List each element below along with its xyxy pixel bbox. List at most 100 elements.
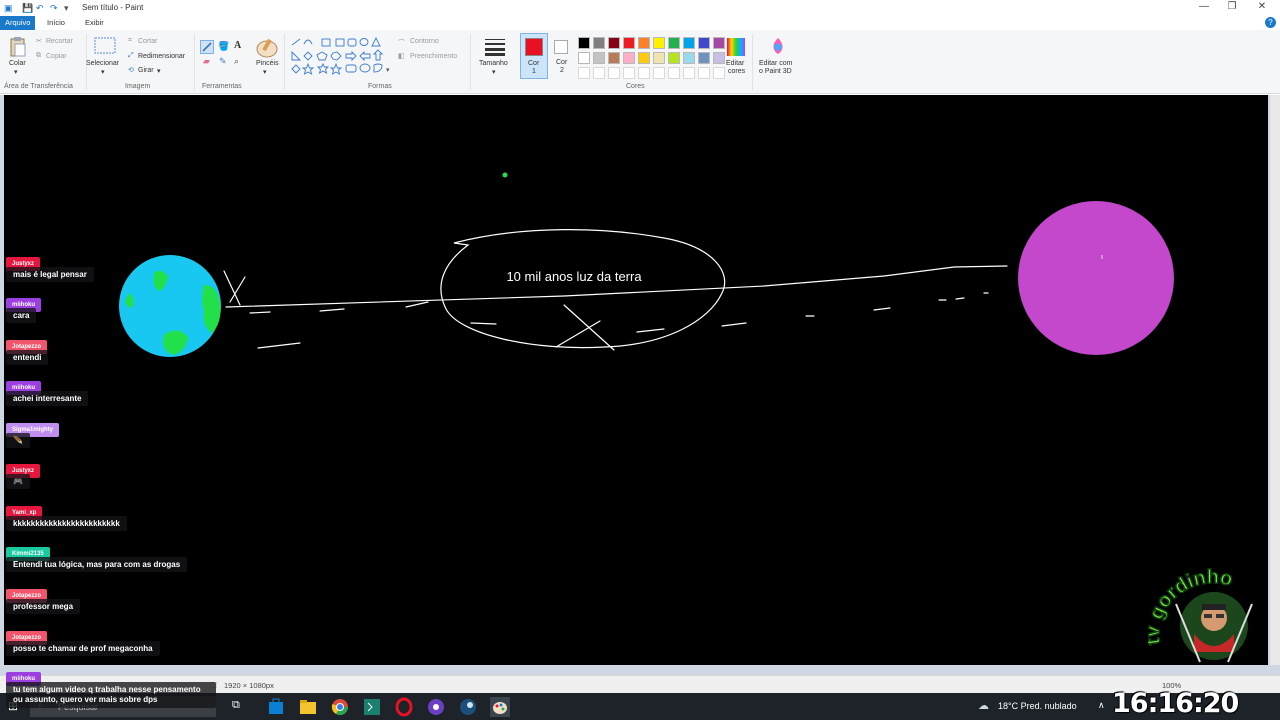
palette-swatch[interactable] [608,52,620,64]
color2-selector[interactable]: Cor 2 [550,33,574,79]
fill-shape-button[interactable]: Preenchimento [410,53,457,60]
paint3d-label-1[interactable]: Editar com [759,60,792,67]
eraser-icon[interactable]: ▰ [203,56,210,67]
paint-taskbar-icon[interactable] [490,697,510,717]
palette-empty-swatch[interactable] [593,67,605,79]
crop-icon[interactable]: ⌗ [128,37,132,45]
save-icon[interactable]: 💾 [22,3,33,14]
palette-swatch[interactable] [623,37,635,49]
opera-icon[interactable] [394,697,414,717]
chat-message-text: kkkkkkkkkkkkkkkkkkkkkkkk [6,516,127,531]
paint3d-icon[interactable] [768,36,788,58]
palette-empty-swatch[interactable] [578,67,590,79]
resize-button[interactable]: Redimensionar [138,53,185,60]
palette-swatch[interactable] [608,37,620,49]
palette-swatch[interactable] [623,52,635,64]
color1-selector[interactable]: Cor 1 [520,33,548,79]
edit-colors-label-2[interactable]: cores [728,68,745,75]
paint3d-label-2[interactable]: o Paint 3D [759,68,792,75]
palette-empty-swatch[interactable] [683,67,695,79]
palette-swatch[interactable] [578,37,590,49]
size-button[interactable]: Tamanho [479,60,508,67]
fill-icon[interactable]: 🪣 [218,41,229,52]
text-icon[interactable]: A [234,40,241,51]
select-dropdown-icon[interactable]: ▾ [101,68,105,76]
palette-swatch[interactable] [638,37,650,49]
undo-icon[interactable]: ↶ [36,3,44,14]
edit-colors-icon[interactable] [726,37,746,57]
rotate-icon[interactable]: ⟲ [128,66,134,74]
obs-icon[interactable] [426,697,446,717]
outline-icon[interactable]: ⌒ [398,38,405,48]
magnifier-icon[interactable]: ⌕ [234,56,239,67]
store-icon[interactable] [266,697,286,717]
paste-dropdown-icon[interactable]: ▾ [14,68,18,76]
shapes-scroll-icon[interactable]: ▾ [386,66,390,74]
palette-swatch[interactable] [698,52,710,64]
chrome-icon[interactable] [330,697,350,717]
palette-empty-swatch[interactable] [623,67,635,79]
palette-swatch[interactable] [638,52,650,64]
palette-empty-swatch[interactable] [638,67,650,79]
weather-text[interactable]: 18°C Pred. nublado [998,701,1077,711]
color-palette [578,37,728,81]
help-icon[interactable]: ? [1265,17,1276,28]
tab-arquivo[interactable]: Arquivo [0,16,36,30]
edit-colors-label-1[interactable]: Editar [726,60,744,67]
terminal-app-icon[interactable] [362,697,382,717]
palette-swatch[interactable] [593,37,605,49]
resize-icon[interactable]: ⤢ [128,52,134,60]
copy-icon[interactable]: ⧉ [36,52,41,60]
tab-inicio[interactable]: Início [42,16,70,30]
select-button[interactable]: Selecionar [86,60,119,67]
pencil-icon[interactable] [200,40,214,54]
chat-message: Jotapezzo posso te chamar de prof megacon… [6,626,160,656]
palette-swatch[interactable] [713,52,725,64]
palette-empty-swatch[interactable] [698,67,710,79]
drawing-canvas[interactable]: 10 mil anos luz da terra [4,95,1268,665]
palette-empty-swatch[interactable] [713,67,725,79]
rotate-button[interactable]: Girar [138,67,154,74]
fill-shape-icon[interactable]: ◧ [398,52,405,60]
paste-icon[interactable] [9,36,27,58]
palette-swatch[interactable] [653,52,665,64]
palette-swatch[interactable] [668,52,680,64]
palette-swatch[interactable] [668,37,680,49]
tab-exibir[interactable]: Exibir [80,16,109,30]
palette-empty-swatch[interactable] [608,67,620,79]
palette-swatch[interactable] [593,52,605,64]
size-icon[interactable] [484,38,506,56]
color-picker-icon[interactable]: ✎ [219,56,227,67]
tray-chevron-icon[interactable]: ∧ [1098,700,1105,711]
palette-empty-swatch[interactable] [668,67,680,79]
brushes-dropdown-icon[interactable]: ▾ [263,68,267,76]
palette-swatch[interactable] [578,52,590,64]
rotate-dropdown-icon[interactable]: ▾ [157,67,161,75]
cut-icon[interactable]: ✂ [36,37,42,45]
task-view-icon[interactable]: ⧉ [232,699,240,712]
palette-empty-swatch[interactable] [653,67,665,79]
customize-toolbar-icon[interactable]: ▾ [64,3,69,14]
brushes-icon[interactable] [256,37,278,59]
maximize-button[interactable]: ❐ [1218,1,1246,15]
file-explorer-icon[interactable] [298,697,318,717]
weather-icon[interactable]: ☁ [978,699,989,712]
redo-icon[interactable]: ↷ [50,3,58,14]
minimize-button[interactable]: — [1190,1,1218,15]
steam-icon[interactable] [458,697,478,717]
paste-label[interactable]: Colar [9,60,26,67]
palette-swatch[interactable] [698,37,710,49]
crop-button[interactable]: Cortar [138,38,157,45]
brushes-button[interactable]: Pincéis [256,60,279,67]
close-button[interactable]: ✕ [1248,1,1276,15]
palette-swatch[interactable] [653,37,665,49]
copy-button[interactable]: Copiar [46,53,67,60]
shapes-gallery[interactable] [290,36,390,76]
palette-swatch[interactable] [683,37,695,49]
size-dropdown-icon[interactable]: ▾ [492,68,496,76]
cut-button[interactable]: Recortar [46,38,73,45]
palette-swatch[interactable] [713,37,725,49]
palette-swatch[interactable] [683,52,695,64]
outline-button[interactable]: Contorno [410,38,439,45]
select-icon[interactable] [94,37,116,55]
